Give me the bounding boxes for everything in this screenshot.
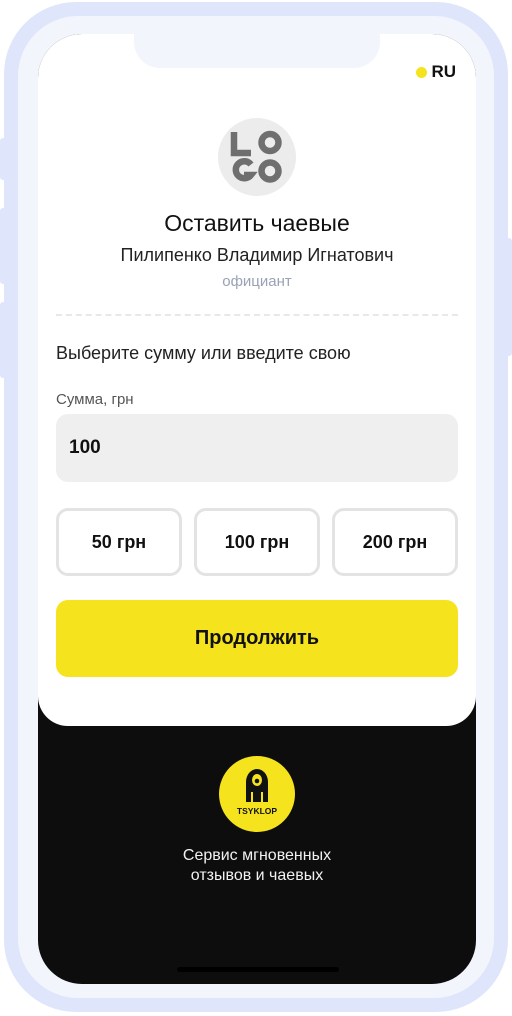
footer-tagline: Сервис мгновенных отзывов и чаевых (38, 846, 476, 886)
phone-side-button (0, 208, 10, 284)
preset-100-button[interactable]: 100 грн (194, 508, 320, 576)
amount-prompt: Выберите сумму или введите свою (56, 343, 351, 363)
waiter-role: официант (222, 273, 292, 290)
dot-icon (416, 66, 428, 78)
continue-button[interactable]: Продолжить (56, 600, 458, 677)
preset-50-button[interactable]: 50 грн (56, 508, 182, 576)
home-indicator[interactable] (177, 967, 339, 972)
amount-input[interactable] (56, 414, 458, 482)
phone-side-button (0, 138, 10, 180)
dashed-divider (56, 314, 458, 316)
phone-side-button (502, 238, 512, 356)
tsyklop-logo: TSYKLOP (219, 756, 295, 832)
preset-200-button[interactable]: 200 грн (332, 508, 458, 576)
waiter-name: Пилипенко Владимир Игнатович (120, 245, 394, 265)
language-switcher[interactable]: RU (416, 62, 456, 82)
language-label: RU (431, 62, 456, 81)
phone-side-button (0, 302, 10, 378)
page-title: Оставить чаевые (164, 210, 350, 236)
amount-field-label: Сумма, грн (56, 391, 134, 408)
tip-card: RU Оставить чаевые Пилипенко Владимир Иг… (38, 34, 476, 726)
phone-notch (134, 34, 380, 68)
brand-name: TSYKLOP (237, 806, 277, 816)
tagline-line: отзывов и чаевых (190, 867, 324, 884)
cyclops-icon: TSYKLOP (237, 769, 277, 816)
venue-logo (218, 118, 296, 196)
tagline-line: Сервис мгновенных (182, 847, 332, 864)
logo-icon (230, 130, 282, 183)
phone-screen: RU Оставить чаевые Пилипенко Владимир Иг… (38, 34, 476, 984)
